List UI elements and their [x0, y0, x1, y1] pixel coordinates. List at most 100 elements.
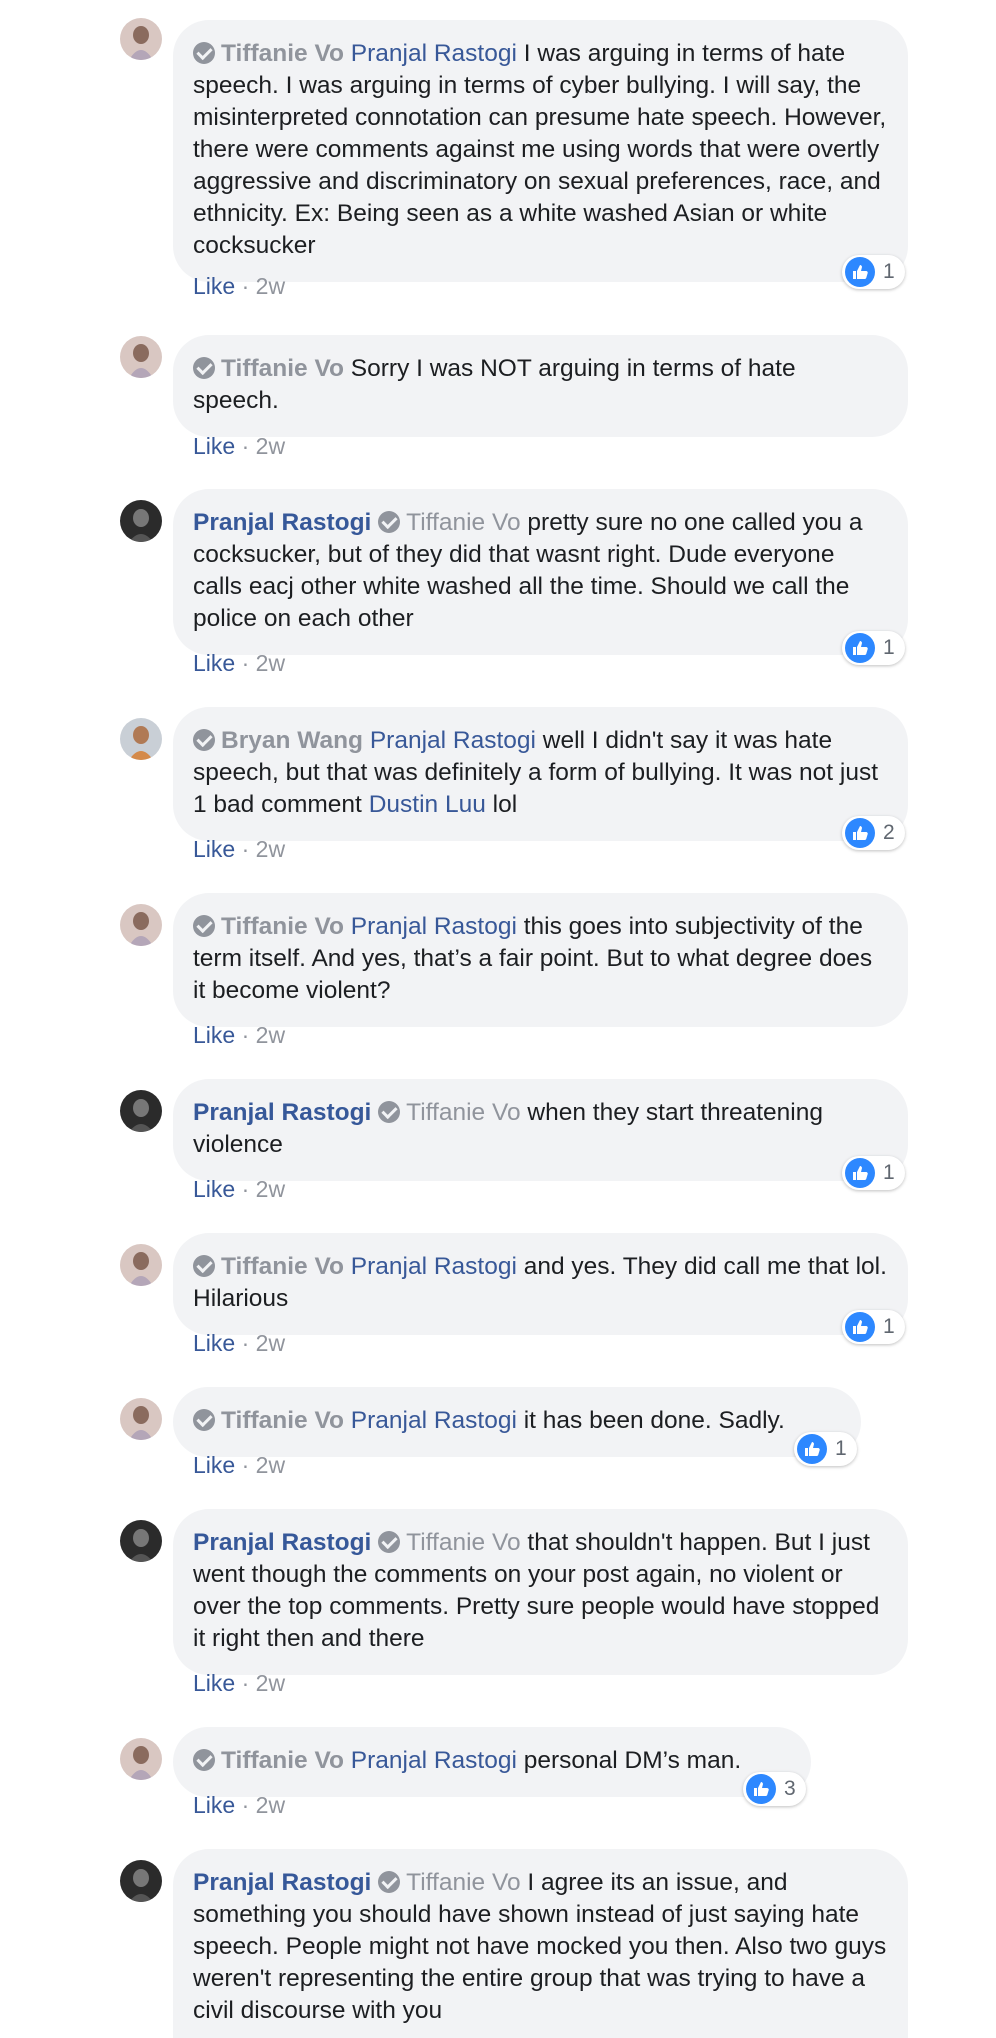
mention-link[interactable]: Tiffanie Vo	[406, 1529, 520, 1556]
like-button[interactable]: Like	[193, 433, 235, 459]
timestamp[interactable]: 2w	[256, 650, 285, 676]
comment-author[interactable]: Tiffanie Vo	[221, 40, 344, 67]
avatar[interactable]	[120, 1520, 162, 1562]
comment-text: lol	[492, 791, 518, 818]
timestamp[interactable]: 2w	[256, 1452, 285, 1478]
comment-author[interactable]: Bryan Wang	[221, 727, 363, 754]
comment-bubble: Pranjal Rastogi Tiffanie Vo I agree its …	[173, 1849, 908, 2038]
mention-link[interactable]: Pranjal Rastogi	[351, 1407, 517, 1434]
avatar[interactable]	[120, 1738, 162, 1780]
mention-link[interactable]: Tiffanie Vo	[406, 509, 520, 536]
comment-meta: Like · 2w	[193, 836, 286, 862]
comment-author[interactable]: Tiffanie Vo	[221, 1253, 344, 1280]
reaction-count[interactable]: 3	[743, 1772, 806, 1806]
verified-check-icon	[193, 1409, 215, 1431]
comment-meta: Like · 2w	[193, 650, 286, 676]
mention-link[interactable]: Pranjal Rastogi	[351, 1747, 517, 1774]
verified-check-icon	[193, 729, 215, 751]
verified-check-icon	[193, 915, 215, 937]
like-button[interactable]: Like	[193, 1330, 235, 1356]
avatar[interactable]	[120, 718, 162, 760]
avatar[interactable]	[120, 1244, 162, 1286]
verified-check-icon	[193, 1255, 215, 1277]
avatar[interactable]	[120, 1090, 162, 1132]
timestamp[interactable]: 2w	[256, 433, 285, 459]
verified-check-icon	[378, 1531, 401, 1553]
comment-author[interactable]: Tiffanie Vo	[221, 1407, 344, 1434]
mention-link[interactable]: Pranjal Rastogi	[351, 1253, 517, 1280]
avatar[interactable]	[120, 1860, 162, 1902]
mention-link[interactable]: Tiffanie Vo	[406, 1099, 520, 1126]
timestamp[interactable]: 2w	[256, 1670, 285, 1696]
comment-bubble: Pranjal Rastogi Tiffanie Vo pretty sure …	[173, 489, 908, 655]
avatar[interactable]	[120, 18, 162, 60]
timestamp[interactable]: 2w	[256, 1792, 285, 1818]
timestamp[interactable]: 2w	[256, 1176, 285, 1202]
verified-check-icon	[378, 1101, 401, 1123]
like-button[interactable]: Like	[193, 1670, 235, 1696]
comment-bubble: Tiffanie Vo Pranjal Rastogi I was arguin…	[173, 20, 908, 282]
comment-author[interactable]: Tiffanie Vo	[221, 1747, 344, 1774]
like-button[interactable]: Like	[193, 650, 235, 676]
comment-author[interactable]: Tiffanie Vo	[221, 913, 344, 940]
comment-text: it has been done. Sadly.	[523, 1407, 785, 1434]
avatar[interactable]	[120, 336, 162, 378]
comment-meta: Like · 2w	[193, 1452, 286, 1478]
thumbs-up-icon	[797, 1434, 827, 1464]
mention-link[interactable]: Dustin Luu	[369, 791, 486, 818]
comment-author[interactable]: Tiffanie Vo	[221, 355, 344, 382]
comment-author[interactable]: Pranjal Rastogi	[193, 1529, 371, 1556]
timestamp[interactable]: 2w	[256, 1330, 285, 1356]
verified-check-icon	[193, 357, 215, 379]
comment-bubble: Tiffanie Vo Pranjal Rastogi personal DM’…	[173, 1727, 811, 1797]
comment-text: personal DM’s man.	[523, 1747, 742, 1774]
comment-meta: Like · 2w	[193, 273, 286, 299]
comment-bubble: Pranjal Rastogi Tiffanie Vo that shouldn…	[173, 1509, 908, 1675]
like-button[interactable]: Like	[193, 836, 235, 862]
comment-meta: Like · 2w	[193, 1670, 286, 1696]
comment-author[interactable]: Pranjal Rastogi	[193, 1869, 371, 1896]
avatar[interactable]	[120, 904, 162, 946]
like-button[interactable]: Like	[193, 1176, 235, 1202]
like-button[interactable]: Like	[193, 1022, 235, 1048]
thumbs-up-icon	[845, 818, 875, 848]
avatar[interactable]	[120, 1398, 162, 1440]
avatar[interactable]	[120, 500, 162, 542]
comment-meta: Like · 2w	[193, 1792, 286, 1818]
comment-bubble: Pranjal Rastogi Tiffanie Vo when they st…	[173, 1079, 908, 1181]
reaction-count[interactable]: 1	[794, 1432, 857, 1466]
reaction-count[interactable]: 2	[842, 816, 905, 850]
timestamp[interactable]: 2w	[256, 836, 285, 862]
comment-meta: Like · 2w	[193, 1330, 286, 1356]
comment-bubble: Tiffanie Vo Pranjal Rastogi this goes in…	[173, 893, 908, 1027]
mention-link[interactable]: Pranjal Rastogi	[351, 913, 517, 940]
comment-meta: Like · 2w	[193, 1022, 286, 1048]
comment-author[interactable]: Pranjal Rastogi	[193, 509, 371, 536]
comment-author[interactable]: Pranjal Rastogi	[193, 1099, 371, 1126]
like-button[interactable]: Like	[193, 1452, 235, 1478]
thumbs-up-icon	[845, 257, 875, 287]
reaction-count[interactable]: 1	[842, 1156, 905, 1190]
verified-check-icon	[193, 42, 215, 64]
comment-bubble: Tiffanie Vo Sorry I was NOT arguing in t…	[173, 335, 908, 437]
thumbs-up-icon	[746, 1774, 776, 1804]
mention-link[interactable]: Pranjal Rastogi	[351, 40, 517, 67]
mention-link[interactable]: Tiffanie Vo	[406, 1869, 520, 1896]
comment-bubble: Bryan Wang Pranjal Rastogi well I didn't…	[173, 707, 908, 841]
thumbs-up-icon	[845, 633, 875, 663]
verified-check-icon	[378, 1871, 401, 1893]
reaction-count[interactable]: 1	[842, 631, 905, 665]
comment-bubble: Tiffanie Vo Pranjal Rastogi and yes. The…	[173, 1233, 908, 1335]
reaction-count[interactable]: 1	[842, 255, 905, 289]
verified-check-icon	[193, 1749, 215, 1771]
like-button[interactable]: Like	[193, 1792, 235, 1818]
like-button[interactable]: Like	[193, 273, 235, 299]
reaction-count[interactable]: 1	[842, 1310, 905, 1344]
comment-bubble: Tiffanie Vo Pranjal Rastogi it has been …	[173, 1387, 861, 1457]
comment-meta: Like · 2w	[193, 433, 286, 459]
verified-check-icon	[378, 511, 401, 533]
mention-link[interactable]: Pranjal Rastogi	[370, 727, 536, 754]
timestamp[interactable]: 2w	[256, 1022, 285, 1048]
timestamp[interactable]: 2w	[256, 273, 285, 299]
thumbs-up-icon	[845, 1312, 875, 1342]
